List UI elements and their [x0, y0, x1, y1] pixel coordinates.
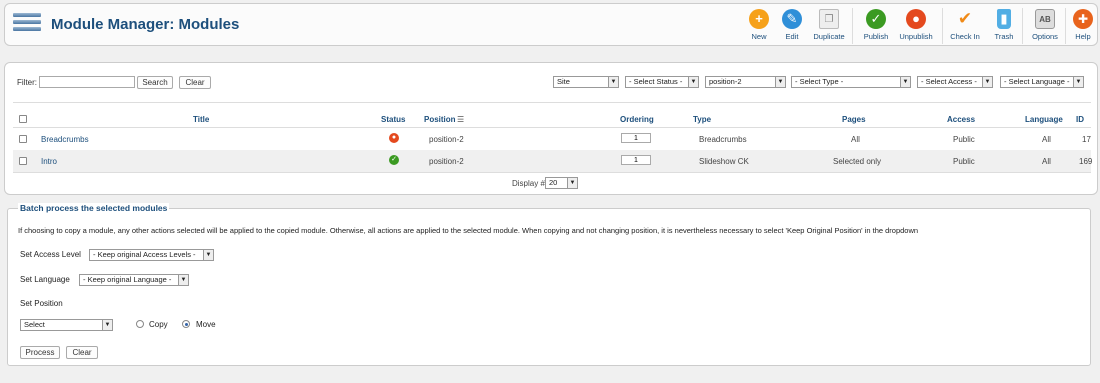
- set-position-label: Set Position: [20, 299, 63, 308]
- options-button[interactable]: AB Options: [1025, 9, 1065, 45]
- published-status-icon[interactable]: ✓: [389, 155, 399, 165]
- batch-instructions: If choosing to copy a module, any other …: [18, 226, 919, 235]
- row-pages: Selected only: [833, 157, 882, 166]
- row-type: Slideshow CK: [699, 157, 749, 166]
- module-list-panel: Filter: Search Clear Site ▼ - Select Stat…: [4, 62, 1098, 195]
- dropdown-arrow-icon: ▼: [982, 77, 992, 87]
- dropdown-arrow-icon: ▼: [1073, 77, 1083, 87]
- select-all-checkbox[interactable]: [19, 115, 27, 123]
- client-select[interactable]: Site ▼: [553, 76, 619, 88]
- row-language: All: [1042, 135, 1051, 144]
- row-ordering-input[interactable]: [621, 155, 651, 165]
- set-language-label: Set Language: [20, 275, 70, 284]
- column-header-title[interactable]: Title: [193, 115, 209, 124]
- dropdown-arrow-icon: ▼: [178, 275, 188, 285]
- trash-icon: ▮: [997, 9, 1011, 29]
- copy-icon: ❐: [819, 9, 839, 29]
- access-select[interactable]: - Select Access - ▼: [917, 76, 993, 88]
- row-position: position-2: [429, 135, 464, 144]
- row-ordering-input[interactable]: [621, 133, 651, 143]
- table-row: Breadcrumbs ● position-2 Breadcrumbs All…: [13, 128, 1091, 150]
- dropdown-arrow-icon: ▼: [900, 77, 910, 87]
- set-access-label: Set Access Level: [20, 250, 81, 259]
- table-row: Intro ✓ position-2 Slideshow CK Selected…: [13, 150, 1093, 172]
- publish-button[interactable]: ✓ Publish: [856, 9, 896, 45]
- table-bottom-border: [13, 172, 1091, 173]
- trash-button[interactable]: ▮ Trash: [984, 9, 1024, 45]
- column-header-position[interactable]: Position: [424, 115, 456, 124]
- row-id: 169: [1079, 157, 1093, 166]
- position-select[interactable]: position-2 ▼: [705, 76, 786, 88]
- batch-fieldset: Batch process the selected modules If ch…: [7, 203, 1091, 366]
- column-header-pages: Pages: [842, 115, 866, 124]
- options-icon: AB: [1035, 9, 1055, 29]
- row-title-link[interactable]: Breadcrumbs: [41, 135, 89, 144]
- row-title-link[interactable]: Intro: [41, 157, 57, 166]
- dropdown-arrow-icon: ▼: [102, 320, 112, 330]
- row-access: Public: [953, 135, 975, 144]
- move-radio[interactable]: [182, 320, 190, 328]
- toolbar-divider: [942, 8, 943, 44]
- toolbar-divider: [1022, 8, 1023, 44]
- search-button[interactable]: Search: [137, 76, 173, 89]
- toolbar-divider: [852, 8, 853, 44]
- batch-legend: Batch process the selected modules: [18, 203, 170, 213]
- row-type: Breadcrumbs: [699, 135, 747, 144]
- plus-icon: +: [749, 9, 769, 29]
- checkmark-icon: ✔: [957, 9, 973, 28]
- batch-access-select[interactable]: - Keep original Access Levels - ▼: [89, 249, 214, 261]
- dropdown-arrow-icon: ▼: [688, 77, 698, 87]
- display-count-label: Display #: [512, 179, 545, 188]
- language-select[interactable]: - Select Language - ▼: [1000, 76, 1084, 88]
- sort-icon: ☰: [457, 115, 465, 124]
- batch-clear-button[interactable]: Clear: [66, 346, 98, 359]
- column-header-id[interactable]: ID: [1076, 115, 1084, 124]
- process-button[interactable]: Process: [20, 346, 60, 359]
- row-checkbox[interactable]: [19, 135, 27, 143]
- row-position: position-2: [429, 157, 464, 166]
- copy-radio-label: Copy: [149, 320, 168, 329]
- row-id: 17: [1082, 135, 1091, 144]
- clear-filter-button[interactable]: Clear: [179, 76, 211, 89]
- column-header-type[interactable]: Type: [693, 115, 711, 124]
- column-header-access[interactable]: Access: [947, 115, 975, 124]
- dropdown-arrow-icon: ▼: [203, 250, 213, 260]
- check-icon: ✓: [866, 9, 886, 29]
- column-header-ordering[interactable]: Ordering: [620, 115, 654, 124]
- type-select[interactable]: - Select Type - ▼: [791, 76, 911, 88]
- row-checkbox[interactable]: [19, 157, 27, 165]
- row-pages: All: [851, 135, 860, 144]
- pencil-icon: ✎: [782, 9, 802, 29]
- column-header-status[interactable]: Status: [381, 115, 405, 124]
- column-header-language[interactable]: Language: [1025, 115, 1063, 124]
- move-radio-label: Move: [196, 320, 216, 329]
- dropdown-arrow-icon: ▼: [608, 77, 618, 87]
- duplicate-button[interactable]: ❐ Duplicate: [806, 9, 852, 45]
- batch-position-select[interactable]: Select ▼: [20, 319, 113, 331]
- table-top-border: [13, 102, 1091, 103]
- batch-language-select[interactable]: - Keep original Language - ▼: [79, 274, 189, 286]
- unpublish-button[interactable]: ● Unpublish: [893, 9, 939, 45]
- dropdown-arrow-icon: ▼: [775, 77, 785, 87]
- unpublished-status-icon[interactable]: ●: [389, 133, 399, 143]
- dropdown-arrow-icon: ▼: [567, 178, 577, 188]
- filter-search-input[interactable]: [39, 76, 135, 88]
- row-access: Public: [953, 157, 975, 166]
- page-title: Module Manager: Modules: [51, 16, 240, 33]
- circle-x-icon: ●: [906, 9, 926, 29]
- toolbar: Module Manager: Modules + New ✎ Edit ❐ D…: [4, 3, 1098, 46]
- help-lifebuoy-icon: ✚: [1073, 9, 1093, 29]
- status-select[interactable]: - Select Status - ▼: [625, 76, 699, 88]
- checkin-button[interactable]: ✔ Check In: [945, 9, 985, 45]
- help-button[interactable]: ✚ Help: [1066, 9, 1100, 45]
- copy-radio[interactable]: [136, 320, 144, 328]
- filter-label: Filter:: [17, 78, 37, 87]
- row-language: All: [1042, 157, 1051, 166]
- module-manager-icon: [13, 13, 41, 37]
- display-count-select[interactable]: 20 ▼: [545, 177, 578, 189]
